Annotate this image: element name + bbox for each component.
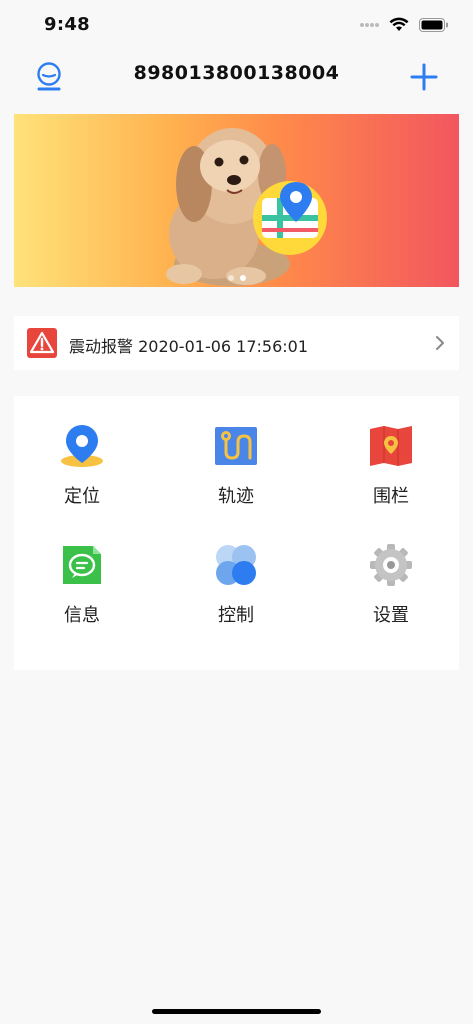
chevron-right-icon xyxy=(436,336,444,350)
wifi-icon xyxy=(389,17,409,31)
device-id-title: 898013800138004 xyxy=(133,62,340,84)
gear-icon xyxy=(370,544,412,586)
function-grid: 定位 轨迹 围栏 信息 控制 设置 xyxy=(14,396,459,670)
alert-text: 震动报警 2020-01-06 17:56:01 xyxy=(69,337,309,356)
menu-track[interactable]: 轨迹 xyxy=(176,424,296,524)
carousel-dots xyxy=(14,275,459,281)
alert-row[interactable]: 震动报警 2020-01-06 17:56:01 xyxy=(14,316,459,370)
fence-map-icon xyxy=(370,426,412,466)
carousel-dot-active[interactable] xyxy=(239,275,246,281)
menu-fence-label: 围栏 xyxy=(373,486,409,507)
warning-icon xyxy=(27,328,57,358)
map-badge xyxy=(253,181,327,255)
status-bar: 9:48 xyxy=(0,0,473,48)
menu-message-label: 信息 xyxy=(64,605,100,626)
message-icon xyxy=(63,546,101,584)
add-device-button[interactable] xyxy=(407,60,441,94)
battery-icon xyxy=(419,17,448,32)
menu-control[interactable]: 控制 xyxy=(176,543,296,643)
route-map-icon xyxy=(215,427,257,465)
status-indicators xyxy=(359,17,449,32)
control-icon xyxy=(216,545,256,585)
status-time: 9:48 xyxy=(44,14,90,35)
home-indicator[interactable] xyxy=(152,1009,321,1014)
menu-fence[interactable]: 围栏 xyxy=(331,424,451,524)
menu-location-label: 定位 xyxy=(64,486,100,507)
banner-illustration xyxy=(166,128,327,286)
banner-carousel[interactable] xyxy=(14,114,459,287)
menu-location[interactable]: 定位 xyxy=(22,424,142,524)
signal-icon xyxy=(360,22,379,27)
carousel-dot[interactable] xyxy=(227,275,234,281)
menu-message[interactable]: 信息 xyxy=(22,543,142,643)
plus-icon xyxy=(410,63,438,91)
location-pin-icon xyxy=(61,425,103,467)
menu-track-label: 轨迹 xyxy=(218,486,254,507)
menu-settings-label: 设置 xyxy=(373,605,409,626)
nav-bar: 898013800138004 xyxy=(0,50,473,102)
menu-control-label: 控制 xyxy=(218,605,254,626)
menu-settings[interactable]: 设置 xyxy=(331,543,451,643)
